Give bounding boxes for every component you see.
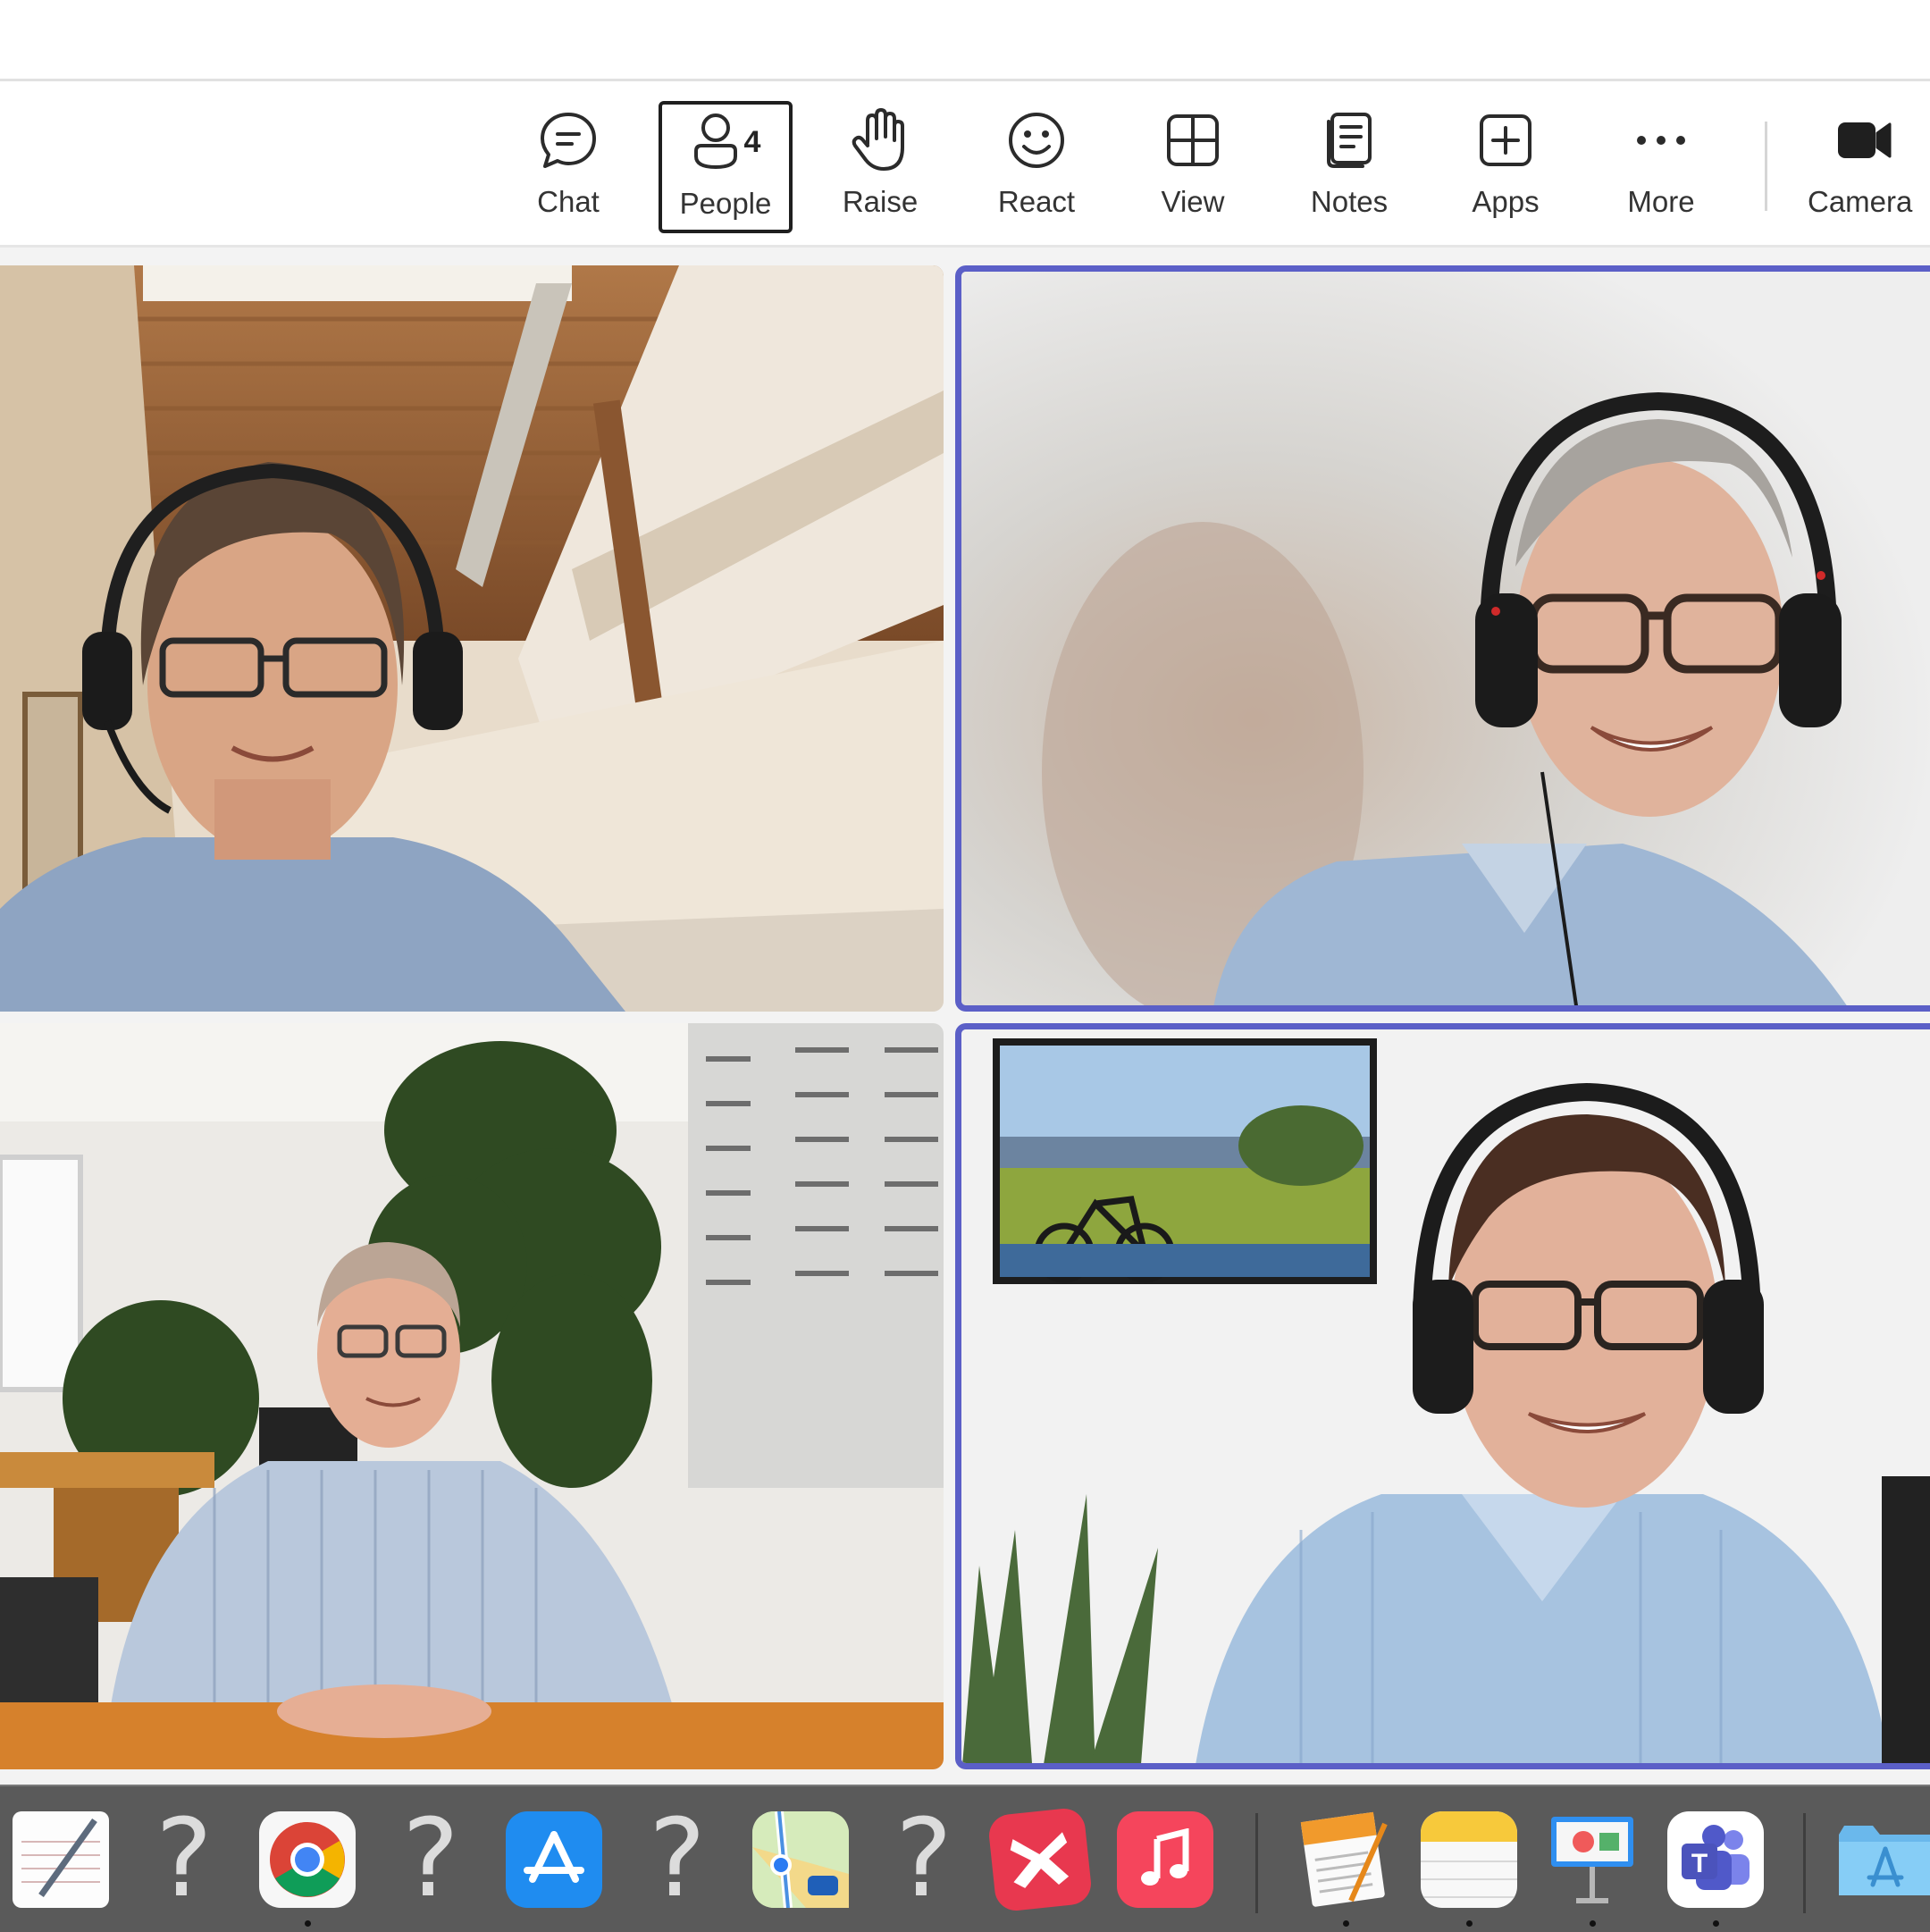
chat-icon [538, 106, 599, 174]
people-count-badge: 4 [743, 124, 761, 159]
hand-icon [852, 106, 909, 174]
participant-video-feed [961, 1029, 1930, 1763]
participant-video-tile[interactable] [0, 1023, 944, 1769]
participant-video-tile[interactable] [0, 265, 944, 1012]
notes-app-icon[interactable] [1421, 1811, 1517, 1908]
participant-video-tile-active-speaker[interactable] [955, 1023, 1930, 1769]
unknown-app-icon[interactable]: ? [876, 1806, 972, 1913]
running-indicator [1343, 1920, 1349, 1927]
music-icon[interactable] [1117, 1811, 1213, 1908]
folder-icon[interactable] [1835, 1811, 1930, 1908]
pages-icon[interactable] [1297, 1811, 1394, 1908]
camera-icon [1836, 106, 1893, 174]
camera-label: Camera [1808, 185, 1913, 218]
react-label: React [997, 185, 1076, 218]
view-label: View [1161, 185, 1225, 218]
macos-dock: ? ? ? ? T [0, 1785, 1930, 1932]
meeting-toolbar: Chat 4 People Raise React View Notes App… [0, 81, 1930, 248]
dock-divider [1803, 1813, 1806, 1913]
participant-video-tile-active-speaker[interactable] [955, 265, 1930, 1012]
people-icon-group: 4 [691, 108, 761, 176]
participant-video-feed [961, 272, 1930, 1005]
chat-label: Chat [537, 185, 600, 218]
teams-icon[interactable]: T [1667, 1811, 1764, 1908]
more-label: More [1627, 185, 1695, 218]
people-button[interactable]: 4 People [659, 101, 793, 233]
toolbar-divider [1765, 122, 1767, 211]
chat-button[interactable]: Chat [501, 99, 635, 226]
view-button[interactable]: View [1126, 99, 1260, 226]
unknown-app-icon[interactable]: ? [629, 1806, 726, 1913]
more-dots-icon [1634, 106, 1688, 174]
running-indicator [1713, 1920, 1719, 1927]
video-gallery [0, 248, 1930, 1785]
keynote-icon[interactable] [1544, 1811, 1640, 1908]
people-label: People [679, 187, 772, 220]
textedit-icon[interactable] [13, 1811, 109, 1908]
window-title-bar [0, 0, 1930, 81]
apps-label: Apps [1472, 185, 1540, 218]
participant-video-feed [0, 1023, 944, 1769]
xmind-icon[interactable] [986, 1806, 1094, 1913]
notes-button[interactable]: Notes [1282, 99, 1416, 226]
raise-label: Raise [842, 185, 919, 218]
unknown-app-icon[interactable]: ? [382, 1806, 479, 1913]
chrome-icon[interactable] [259, 1811, 356, 1908]
notes-icon [1323, 106, 1375, 174]
notes-label: Notes [1310, 185, 1389, 218]
running-indicator [1590, 1920, 1596, 1927]
participant-video-feed [0, 265, 944, 1012]
more-button[interactable]: More [1594, 99, 1728, 226]
react-button[interactable]: React [969, 99, 1103, 226]
unknown-app-icon[interactable]: ? [136, 1806, 232, 1913]
app-store-icon[interactable] [506, 1811, 602, 1908]
camera-button[interactable]: Camera [1796, 99, 1930, 226]
grid-view-icon [1165, 106, 1221, 174]
smiley-icon [1007, 106, 1066, 174]
person-icon [693, 113, 737, 169]
running-indicator [305, 1920, 311, 1927]
maps-icon[interactable] [752, 1811, 849, 1908]
add-app-icon [1478, 106, 1533, 174]
svg-text:T: T [1691, 1849, 1708, 1878]
dock-divider [1255, 1813, 1258, 1913]
running-indicator [1466, 1920, 1473, 1927]
raise-hand-button[interactable]: Raise [813, 99, 947, 226]
apps-button[interactable]: Apps [1439, 99, 1573, 226]
